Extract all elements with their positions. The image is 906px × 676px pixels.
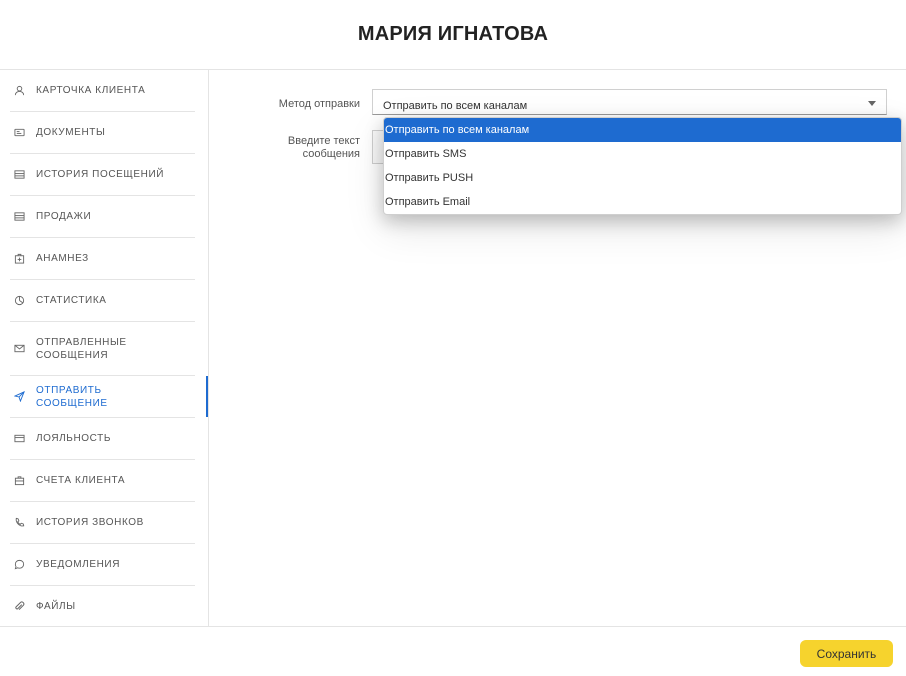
briefcase-icon <box>12 474 26 488</box>
sidebar-item-label: ИСТОРИЯ ПОСЕЩЕНИЙ <box>36 169 165 180</box>
sidebar-item-notifications[interactable]: УВЕДОМЛЕНИЯ <box>10 544 195 586</box>
sidebar-item-client-card[interactable]: КАРТОЧКА КЛИЕНТА <box>10 70 195 112</box>
footer: Сохранить <box>0 626 906 676</box>
send-icon <box>12 390 26 404</box>
page-title: МАРИЯ ИГНАТОВА <box>357 23 549 45</box>
send-method-label: Метод отправки <box>278 98 360 110</box>
chat-bubble-icon <box>12 558 26 572</box>
chevron-down-icon[interactable] <box>868 101 876 106</box>
dropdown-option-all-channels[interactable]: Отправить по всем каналам <box>384 118 901 142</box>
sidebar-item-label: УВЕДОМЛЕНИЯ <box>36 559 121 570</box>
sidebar-item-label: СЧЕТА КЛИЕНТА <box>36 475 126 486</box>
sidebar-item-loyalty[interactable]: ЛОЯЛЬНОСТЬ <box>10 418 195 460</box>
phone-icon <box>12 516 26 530</box>
medical-kit-icon <box>12 252 26 266</box>
sidebar-item-label: ДОКУМЕНТЫ <box>36 127 106 138</box>
sidebar-item-send-message[interactable]: ОТПРАВИТЬ СООБЩЕНИЕ <box>10 376 208 418</box>
sidebar-item-call-history[interactable]: ИСТОРИЯ ЗВОНКОВ <box>10 502 195 544</box>
list-icon <box>12 210 26 224</box>
dropdown-option-push[interactable]: Отправить PUSH <box>384 166 901 190</box>
sidebar-item-visit-history[interactable]: ИСТОРИЯ ПОСЕЩЕНИЙ <box>10 154 195 196</box>
envelope-icon <box>12 342 26 356</box>
sidebar-item-label: ПРОДАЖИ <box>36 211 92 222</box>
paperclip-icon <box>12 600 26 614</box>
sidebar-item-client-accounts[interactable]: СЧЕТА КЛИЕНТА <box>10 460 195 502</box>
send-method-select[interactable]: Отправить по всем каналам <box>372 89 887 115</box>
sidebar-item-label: ФАЙЛЫ <box>36 601 76 612</box>
sidebar-item-files[interactable]: ФАЙЛЫ <box>10 586 195 626</box>
user-icon <box>12 84 26 98</box>
sidebar-item-label: КАРТОЧКА КЛИЕНТА <box>36 85 146 96</box>
dropdown-option-sms[interactable]: Отправить SMS <box>384 142 901 166</box>
send-method-value: Отправить по всем каналам <box>383 100 528 112</box>
id-card-icon <box>12 126 26 140</box>
dropdown-option-email[interactable]: Отправить Email <box>384 190 901 214</box>
sidebar-item-label: АНАМНЕЗ <box>36 253 89 264</box>
card-icon <box>12 432 26 446</box>
sidebar-item-sales[interactable]: ПРОДАЖИ <box>10 196 195 238</box>
sidebar: КАРТОЧКА КЛИЕНТА ДОКУМЕНТЫ ИСТОРИЯ ПОСЕЩ… <box>0 70 209 626</box>
save-button[interactable]: Сохранить <box>800 640 893 667</box>
pie-chart-icon <box>12 294 26 308</box>
sidebar-item-label: ИСТОРИЯ ЗВОНКОВ <box>36 517 144 528</box>
sidebar-item-label: ЛОЯЛЬНОСТЬ <box>36 433 112 444</box>
sidebar-item-statistics[interactable]: СТАТИСТИКА <box>10 280 195 322</box>
message-text-label: Введите текст сообщения <box>287 135 360 160</box>
page-header: МАРИЯ ИГНАТОВА <box>0 0 906 70</box>
list-icon <box>12 168 26 182</box>
sidebar-item-label: ОТПРАВЛЕННЫЕ СООБЩЕНИЯ <box>36 336 127 361</box>
sidebar-item-sent-messages[interactable]: ОТПРАВЛЕННЫЕ СООБЩЕНИЯ <box>10 322 195 376</box>
sidebar-item-anamnesis[interactable]: АНАМНЕЗ <box>10 238 195 280</box>
sidebar-item-label: ОТПРАВИТЬ СООБЩЕНИЕ <box>36 384 108 409</box>
send-method-dropdown: Отправить по всем каналам Отправить SMS … <box>383 117 902 215</box>
sidebar-item-label: СТАТИСТИКА <box>36 295 107 306</box>
sidebar-item-documents[interactable]: ДОКУМЕНТЫ <box>10 112 195 154</box>
